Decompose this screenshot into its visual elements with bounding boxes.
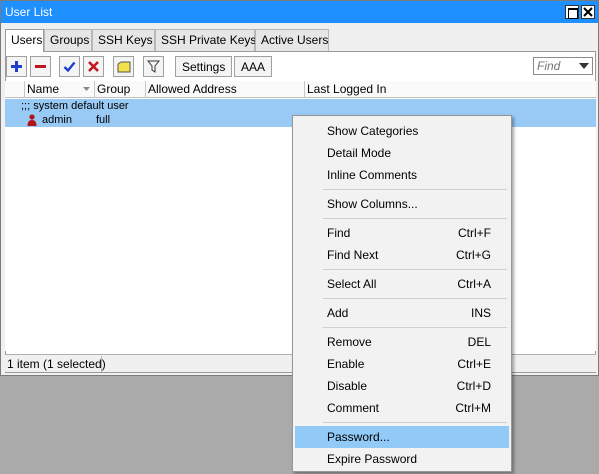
tab-ssh-private-keys[interactable]: SSH Private Keys — [155, 29, 256, 51]
user-icon — [27, 114, 37, 128]
cross-icon — [88, 61, 99, 72]
menu-item-find-next[interactable]: Find Next Ctrl+G — [295, 244, 509, 266]
menu-item-remove[interactable]: Remove DEL — [295, 331, 509, 353]
comment-button[interactable] — [113, 56, 134, 77]
chevron-down-icon[interactable] — [577, 58, 591, 74]
tab-active-users[interactable]: Active Users — [255, 29, 329, 51]
column-header-flags[interactable] — [5, 81, 24, 98]
menu-separator — [323, 189, 507, 190]
menu-item-disable[interactable]: Disable Ctrl+D — [295, 375, 509, 397]
row-comment: ;;; system default user — [21, 100, 129, 112]
menu-item-expire-password[interactable]: Expire Password — [295, 448, 509, 470]
status-divider — [101, 356, 102, 372]
menu-item-password[interactable]: Password... — [295, 426, 509, 448]
tab-users[interactable]: Users — [5, 29, 44, 52]
menu-item-inline-comments[interactable]: Inline Comments — [295, 164, 509, 186]
column-header-group[interactable]: Group — [94, 81, 145, 98]
context-menu: Show Categories Detail Mode Inline Comme… — [292, 115, 512, 472]
menu-item-select-all[interactable]: Select All Ctrl+A — [295, 273, 509, 295]
menu-item-detail-mode[interactable]: Detail Mode — [295, 142, 509, 164]
sort-arrow-icon — [83, 87, 90, 91]
menu-separator — [323, 298, 507, 299]
plus-icon — [11, 61, 22, 72]
table-header: Name Group Allowed Address Last Logged I… — [5, 81, 596, 98]
minus-icon — [35, 65, 46, 68]
menu-item-comment[interactable]: Comment Ctrl+M — [295, 397, 509, 419]
menu-separator — [323, 422, 507, 423]
settings-button[interactable]: Settings — [175, 56, 233, 77]
add-button[interactable] — [6, 56, 27, 77]
aaa-button[interactable]: AAA — [234, 56, 273, 77]
tab-ssh-keys[interactable]: SSH Keys — [92, 29, 155, 51]
window-title: User List — [5, 5, 53, 19]
tab-groups[interactable]: Groups — [44, 29, 92, 51]
checkmark-icon — [63, 61, 76, 73]
disable-button[interactable] — [83, 56, 104, 77]
menu-item-add[interactable]: Add INS — [295, 302, 509, 324]
comment-row[interactable]: ;;; system default user — [5, 99, 596, 113]
menu-item-enable[interactable]: Enable Ctrl+E — [295, 353, 509, 375]
user-group: full — [96, 114, 111, 126]
note-icon — [117, 61, 130, 72]
toolbar: Settings AAA — [6, 56, 596, 78]
close-icon[interactable] — [581, 5, 595, 19]
remove-button[interactable] — [30, 56, 51, 77]
menu-item-show-categories[interactable]: Show Categories — [295, 120, 509, 142]
selection-count: 1 item (1 selected) — [7, 357, 106, 371]
column-header-name[interactable]: Name — [24, 81, 94, 98]
user-name: admin — [42, 114, 72, 126]
filter-button[interactable] — [143, 56, 164, 77]
column-header-last-logged-in[interactable]: Last Logged In — [304, 81, 596, 98]
column-header-allowed-address[interactable]: Allowed Address — [145, 81, 304, 98]
menu-separator — [323, 269, 507, 270]
enable-button[interactable] — [59, 56, 80, 77]
menu-separator — [323, 218, 507, 219]
title-bar[interactable]: User List — [1, 1, 598, 23]
maximize-icon[interactable] — [565, 5, 579, 19]
menu-separator — [323, 327, 507, 328]
filter-icon — [147, 60, 160, 73]
menu-item-show-columns[interactable]: Show Columns... — [295, 193, 509, 215]
menu-item-find[interactable]: Find Ctrl+F — [295, 222, 509, 244]
